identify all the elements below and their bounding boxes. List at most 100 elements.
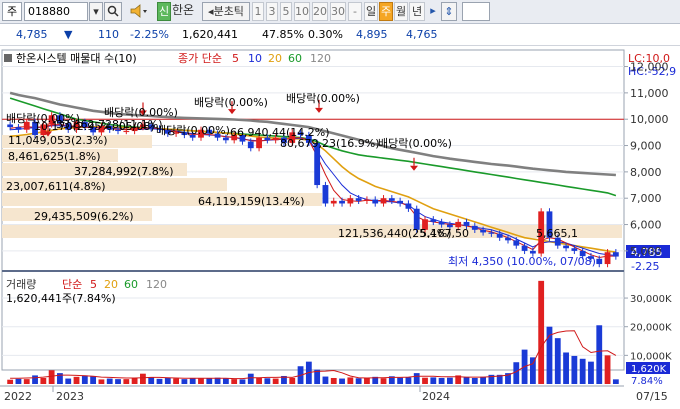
volume-profile-label-f: 29,435,509(6.2%) bbox=[34, 210, 134, 223]
volume-ratio: 47.85% bbox=[262, 28, 304, 41]
candle-body bbox=[471, 225, 478, 230]
month-label: 월 bbox=[395, 5, 407, 18]
candle-body bbox=[15, 127, 22, 130]
period-20-label: 20 bbox=[313, 5, 327, 18]
volume-ma-120: 120 bbox=[146, 278, 167, 291]
ma-legend-120: 120 bbox=[310, 52, 331, 65]
sound-button[interactable] bbox=[124, 2, 154, 21]
candle-body bbox=[505, 237, 511, 241]
period-10-label: 10 bbox=[295, 5, 309, 18]
volume-profile-label-l: 5,167,50 bbox=[420, 227, 469, 240]
volume-tick-label: 30,000K bbox=[630, 294, 672, 305]
volume-bar bbox=[189, 377, 196, 384]
candle-body bbox=[222, 137, 229, 141]
period-dropdown-label: - bbox=[353, 5, 357, 18]
ma-legend-5: 5 bbox=[232, 52, 239, 65]
dividend-label-5: 배당락(0.00%) bbox=[156, 124, 230, 137]
day-button[interactable]: 일 bbox=[364, 2, 378, 21]
volume-bar bbox=[405, 377, 412, 384]
volume-bar bbox=[596, 325, 603, 384]
candle-body bbox=[463, 221, 470, 226]
candle-body bbox=[388, 198, 395, 201]
candle-body bbox=[563, 245, 569, 249]
period-10-button[interactable]: 10 bbox=[294, 2, 310, 21]
volume-ma-5: 5 bbox=[90, 278, 97, 291]
volume-bar bbox=[239, 379, 246, 384]
volume-title: 거래량 bbox=[6, 278, 36, 291]
candle-body bbox=[364, 199, 370, 201]
market-label: 주 bbox=[6, 5, 18, 18]
current-volume: 1,620,441주(7.84%) bbox=[6, 292, 116, 305]
volume-bar bbox=[247, 373, 254, 384]
candle-body bbox=[571, 248, 578, 251]
day-label: 일 bbox=[365, 5, 377, 18]
volume-bar bbox=[106, 378, 113, 384]
sort-button[interactable]: ⇕ bbox=[441, 2, 457, 21]
y-tick-label: 10,000 bbox=[630, 113, 669, 126]
price-value: 4,785 bbox=[16, 28, 48, 41]
volume-bar bbox=[198, 378, 204, 384]
volume-bar bbox=[413, 373, 420, 384]
volume-bar bbox=[98, 379, 105, 384]
volume-bar bbox=[463, 377, 470, 384]
volume-bar bbox=[438, 377, 445, 384]
candle-body bbox=[405, 203, 412, 209]
chart-type-icon: ▸ bbox=[430, 4, 436, 17]
down-triangle-icon: ▼ bbox=[64, 28, 73, 41]
volume-bar bbox=[181, 379, 188, 384]
quantity-input[interactable] bbox=[462, 2, 490, 21]
volume-bar bbox=[538, 280, 545, 384]
interval-button[interactable]: ◂분초틱 bbox=[202, 2, 250, 21]
period-dropdown[interactable]: - bbox=[348, 2, 362, 21]
volume-bar bbox=[7, 379, 14, 384]
candle-body bbox=[529, 250, 536, 254]
month-button[interactable]: 월 bbox=[394, 2, 408, 21]
current-volume-pct: 7.84% bbox=[631, 376, 663, 387]
dividend-label-3: 배당락(0.00%) bbox=[194, 96, 268, 109]
volume-profile-label-b: 8,461,625(1.8%) bbox=[8, 150, 101, 163]
x-label-2022: 2022 bbox=[4, 390, 32, 403]
period-1-button[interactable]: 1 bbox=[252, 2, 264, 21]
volume-bar bbox=[364, 377, 370, 384]
volume-bar bbox=[90, 375, 97, 384]
x-label-2023: 2023 bbox=[56, 390, 84, 403]
volume-profile-label-m: 5,665,1 bbox=[536, 227, 578, 240]
y-tick-label: 11,000 bbox=[630, 87, 669, 100]
volume-bar bbox=[48, 370, 55, 384]
x-label-current: 07/15 bbox=[636, 390, 668, 403]
y-tick-label: 9,000 bbox=[630, 140, 662, 153]
volume-bar bbox=[579, 358, 586, 384]
ma-legend-title: 종가 단순 bbox=[178, 52, 222, 65]
search-button[interactable] bbox=[104, 2, 122, 21]
volume-bar bbox=[422, 377, 428, 384]
period-20-button[interactable]: 20 bbox=[312, 2, 328, 21]
period-5-button[interactable]: 5 bbox=[280, 2, 292, 21]
volume-bar bbox=[272, 378, 279, 384]
current-volume-label: 1,620K bbox=[631, 364, 667, 375]
period-30-button[interactable]: 30 bbox=[330, 2, 346, 21]
volume-bar bbox=[397, 377, 404, 384]
chart-type-button[interactable]: ▸ bbox=[428, 2, 438, 21]
volume-bar bbox=[164, 377, 171, 384]
period-3-button[interactable]: 3 bbox=[266, 2, 278, 21]
volume-bar bbox=[15, 378, 22, 384]
candle-body bbox=[330, 200, 337, 204]
stock-code-value: 018880 bbox=[28, 5, 70, 18]
low-price: 4,765 bbox=[406, 28, 438, 41]
week-button[interactable]: 주 bbox=[379, 2, 393, 21]
volume-bar bbox=[612, 379, 619, 384]
quote-bar: 4,785 ▼ 110 -2.25% 1,620,441 47.85% 0.30… bbox=[0, 24, 680, 46]
code-dropdown-button[interactable]: ▾ bbox=[89, 2, 103, 21]
year-button[interactable]: 년 bbox=[409, 2, 425, 21]
dividend-label-2: 배당락(0.00%) bbox=[104, 106, 178, 119]
y-tick-label: 6,000 bbox=[630, 219, 662, 232]
volume-profile-label-c: 37,284,992(7.8%) bbox=[74, 165, 174, 178]
volume-bar bbox=[471, 377, 478, 384]
stock-code-input[interactable]: 018880 bbox=[24, 2, 88, 21]
market-select[interactable]: 주 bbox=[2, 2, 22, 21]
low-annotation: 최저 4,350 (10.00%, 07/08) bbox=[448, 255, 596, 268]
y-tick-label: 5,000 bbox=[630, 245, 662, 258]
chart-canvas[interactable]: 한온시스템 매물대 수(10) 종가 단순 5 10 20 60 120 LC:… bbox=[0, 46, 680, 406]
volume-ma-title: 단순 bbox=[62, 278, 82, 291]
chevron-down-icon: ▾ bbox=[93, 5, 99, 18]
